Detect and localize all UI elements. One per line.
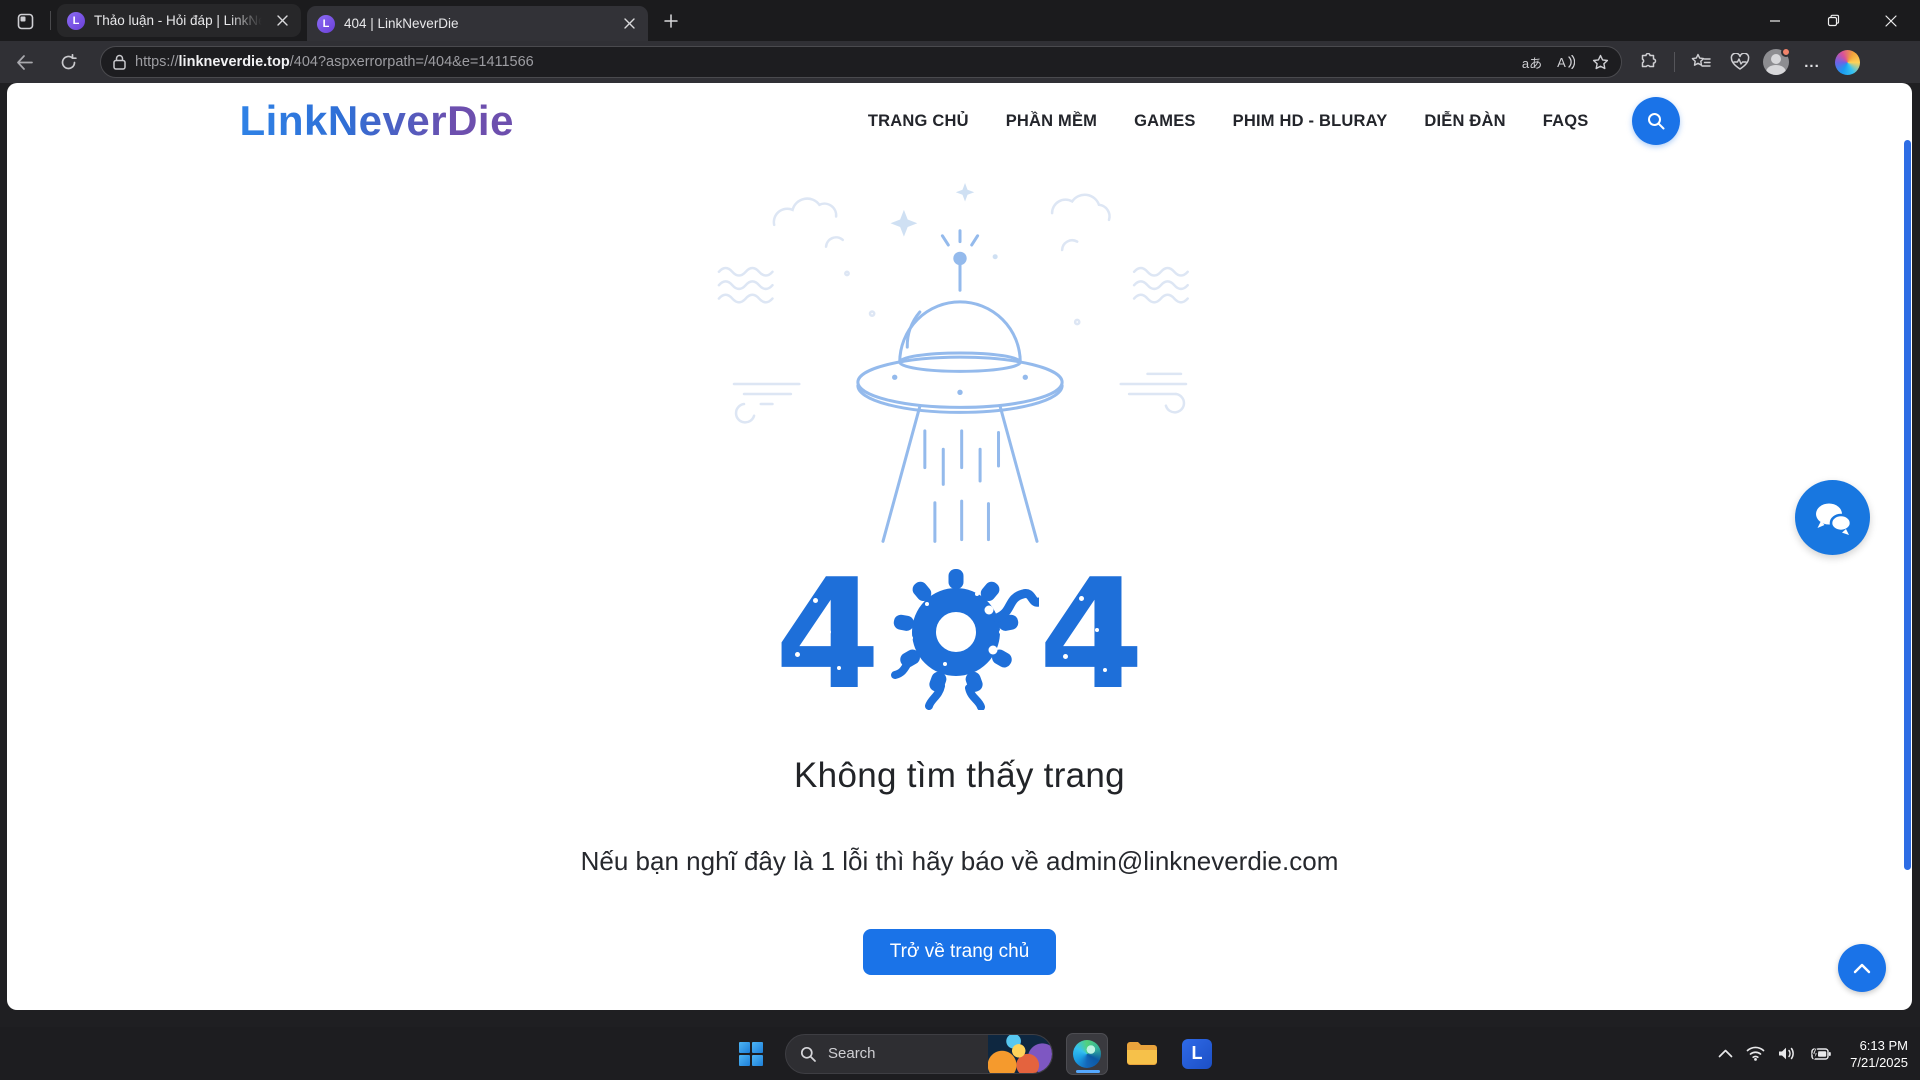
page-scrollbar[interactable]	[1904, 140, 1911, 870]
nav-item-phan-mem[interactable]: PHẦN MỀM	[1006, 112, 1097, 131]
taskbar-explorer-button[interactable]	[1121, 1033, 1163, 1075]
nav-item-dien-dan[interactable]: DIỄN ĐÀN	[1424, 112, 1505, 131]
error-digit-left: 4	[775, 570, 881, 699]
plus-icon	[664, 14, 678, 28]
error-message: Nếu bạn nghĩ đây là 1 lỗi thì hãy báo về…	[581, 846, 1339, 877]
home-button[interactable]: Trở về trang chủ	[863, 929, 1057, 975]
window-controls	[1746, 0, 1920, 41]
windows-logo-icon	[739, 1042, 763, 1066]
site-nav: TRANG CHỦ PHẦN MỀM GAMES PHIM HD - BLURA…	[831, 97, 1680, 145]
close-button[interactable]	[1862, 0, 1920, 41]
taskbar-linkneverdie-button[interactable]: L	[1176, 1033, 1218, 1075]
tab-favicon: L	[317, 15, 335, 33]
star-icon	[1592, 54, 1609, 71]
profile-button[interactable]	[1763, 49, 1789, 75]
linkneverdie-app-icon: L	[1182, 1039, 1212, 1069]
tab-close-icon[interactable]	[620, 15, 638, 33]
taskbar-search[interactable]: Search	[785, 1034, 1053, 1074]
toolbar-right-icons: ...	[1632, 46, 1866, 78]
search-daily-image	[988, 1034, 1052, 1074]
read-aloud-button[interactable]: A	[1553, 49, 1579, 75]
search-placeholder: Search	[828, 1045, 988, 1062]
battery-icon[interactable]	[1809, 1047, 1831, 1061]
tab-close-icon[interactable]	[273, 12, 291, 30]
error-content: 4	[7, 159, 1912, 975]
favorites-button[interactable]	[1685, 46, 1717, 78]
lock-icon	[113, 54, 126, 70]
chat-widget-button[interactable]	[1795, 480, 1870, 555]
gear-alien-glyph	[881, 560, 1039, 710]
active-app-indicator	[1076, 1070, 1100, 1073]
ufo-illustration	[700, 173, 1220, 548]
desktop: L Thảo luận - Hỏi đáp | LinkNeverDi L 40…	[0, 0, 1920, 1080]
browser-tab-forum[interactable]: L Thảo luận - Hỏi đáp | LinkNeverDi	[57, 4, 301, 37]
translate-button[interactable]: aあ	[1519, 49, 1545, 75]
search-icon	[800, 1046, 816, 1062]
nav-item-faqs[interactable]: FAQS	[1543, 112, 1589, 131]
puzzle-icon	[1639, 53, 1658, 72]
search-icon	[1646, 111, 1666, 131]
browser-toolbar: https://linkneverdie.top/404?aspxerrorpa…	[0, 41, 1920, 83]
error-digit-right: 4	[1039, 570, 1145, 699]
windows-taskbar: Search L 6:	[0, 1027, 1920, 1080]
chat-bubbles-icon	[1813, 500, 1853, 536]
url-host: linkneverdie.top	[179, 54, 290, 70]
profile-notification-dot	[1781, 47, 1791, 57]
nav-item-trang-chu[interactable]: TRANG CHỦ	[868, 112, 969, 131]
settings-more-button[interactable]: ...	[1796, 46, 1828, 78]
browser-essentials-button[interactable]	[1724, 46, 1756, 78]
error-heading: Không tìm thấy trang	[794, 756, 1125, 796]
back-button[interactable]	[8, 46, 40, 78]
star-list-icon	[1691, 53, 1711, 71]
refresh-button[interactable]	[52, 46, 84, 78]
toolbar-divider	[1674, 52, 1675, 72]
nav-item-phim-hd[interactable]: PHIM HD - BLURAY	[1233, 112, 1388, 131]
tab-actions-button[interactable]	[12, 9, 38, 33]
back-arrow-icon	[16, 55, 33, 70]
site-header: LinkNeverDie TRANG CHỦ PHẦN MỀM GAMES PH…	[240, 83, 1680, 159]
chevron-up-icon	[1853, 963, 1871, 974]
system-tray: 6:13 PM 7/21/2025	[1718, 1027, 1908, 1080]
extensions-button[interactable]	[1632, 46, 1664, 78]
tab-grid-icon	[17, 13, 34, 30]
tab-title: Thảo luận - Hỏi đáp | LinkNeverDi	[94, 13, 267, 28]
heart-pulse-icon	[1730, 53, 1750, 71]
hidden-icons-chevron[interactable]	[1718, 1049, 1733, 1058]
wifi-icon[interactable]	[1746, 1046, 1765, 1061]
address-bar[interactable]: https://linkneverdie.top/404?aspxerrorpa…	[100, 46, 1622, 78]
folder-icon	[1126, 1041, 1158, 1067]
tab-favicon: L	[67, 12, 85, 30]
ellipsis-icon: ...	[1804, 54, 1820, 71]
clock-time: 6:13 PM	[1850, 1037, 1908, 1054]
refresh-icon	[60, 54, 77, 71]
start-button[interactable]	[730, 1033, 772, 1075]
tabbar-divider	[50, 11, 51, 30]
browser-tab-bar: L Thảo luận - Hỏi đáp | LinkNeverDi L 40…	[0, 0, 1920, 41]
browser-tab-404[interactable]: L 404 | LinkNeverDie	[307, 6, 648, 41]
site-logo[interactable]: LinkNeverDie	[240, 97, 514, 145]
nav-item-games[interactable]: GAMES	[1134, 112, 1196, 131]
scroll-to-top-button[interactable]	[1838, 944, 1886, 992]
tab-title: 404 | LinkNeverDie	[344, 16, 614, 31]
favorite-star-button[interactable]	[1587, 49, 1613, 75]
site-search-button[interactable]	[1632, 97, 1680, 145]
minimize-button[interactable]	[1746, 0, 1804, 41]
restore-button[interactable]	[1804, 0, 1862, 41]
url-text: https://linkneverdie.top/404?aspxerrorpa…	[135, 54, 1519, 70]
webpage-404: LinkNeverDie TRANG CHỦ PHẦN MỀM GAMES PH…	[7, 83, 1912, 1010]
edge-icon	[1073, 1040, 1101, 1068]
new-tab-button[interactable]	[658, 10, 684, 32]
copilot-icon[interactable]	[1835, 50, 1860, 75]
taskbar-clock[interactable]: 6:13 PM 7/21/2025	[1850, 1037, 1908, 1071]
error-code: 4	[775, 560, 1145, 710]
clock-date: 7/21/2025	[1850, 1054, 1908, 1071]
volume-icon[interactable]	[1778, 1046, 1796, 1061]
taskbar-edge-button[interactable]	[1066, 1033, 1108, 1075]
